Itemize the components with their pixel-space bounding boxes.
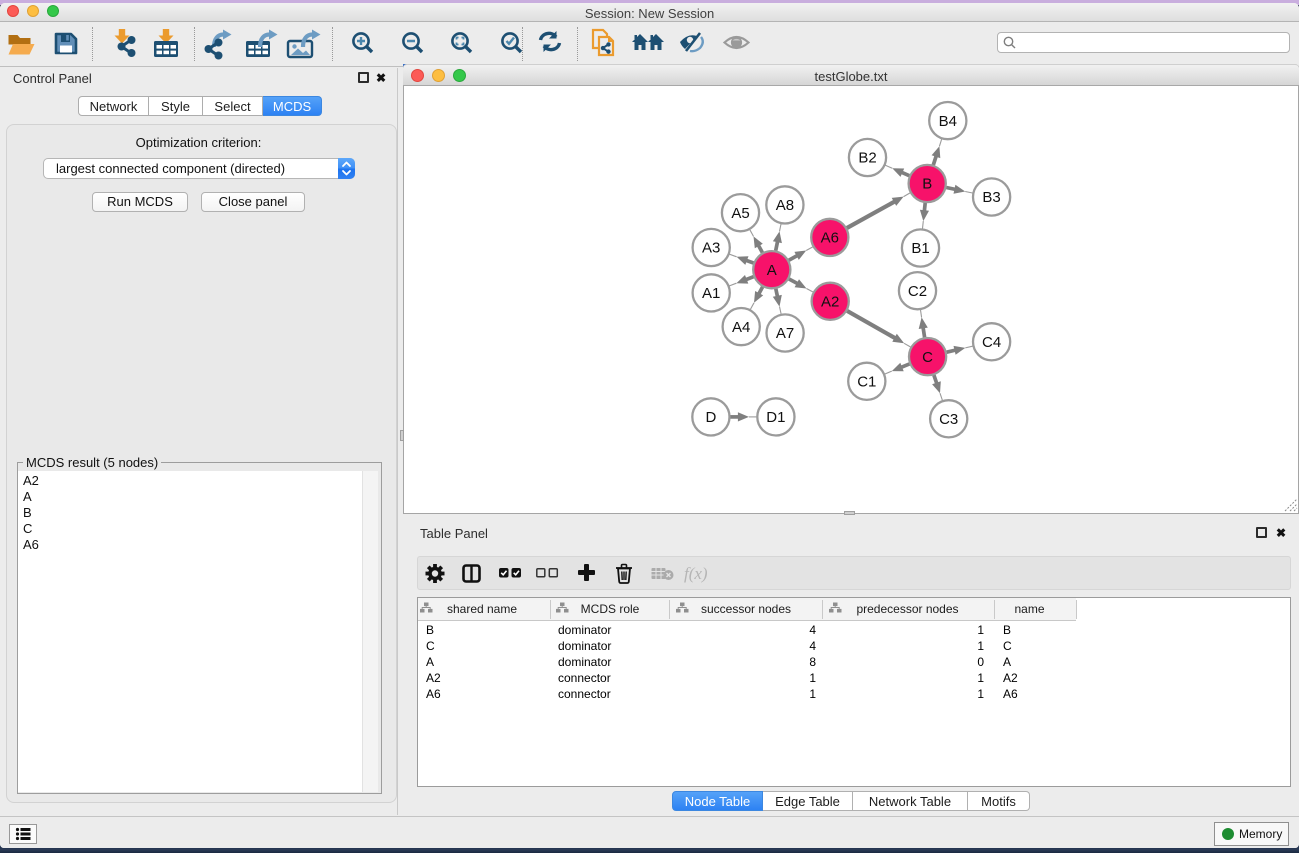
svg-text:A2: A2 — [821, 294, 839, 311]
svg-text:D: D — [705, 409, 716, 426]
svg-text:B4: B4 — [939, 113, 957, 130]
svg-text:B1: B1 — [911, 240, 929, 257]
svg-text:D1: D1 — [766, 409, 785, 426]
svg-text:C3: C3 — [939, 411, 958, 428]
svg-text:C4: C4 — [982, 334, 1001, 351]
svg-text:A7: A7 — [776, 325, 794, 342]
svg-text:A3: A3 — [702, 240, 720, 257]
svg-text:A1: A1 — [702, 285, 720, 302]
svg-text:A8: A8 — [776, 197, 794, 214]
svg-text:B2: B2 — [858, 150, 876, 167]
svg-text:C1: C1 — [857, 374, 876, 391]
svg-text:A4: A4 — [732, 319, 750, 336]
svg-text:A5: A5 — [731, 205, 749, 222]
svg-text:C2: C2 — [908, 283, 927, 300]
svg-text:B3: B3 — [982, 189, 1000, 206]
svg-text:B: B — [922, 176, 932, 193]
svg-text:A: A — [767, 262, 777, 279]
svg-text:A6: A6 — [821, 230, 839, 247]
svg-text:Memory: Memory — [1239, 827, 1282, 841]
svg-text:C: C — [922, 349, 933, 366]
